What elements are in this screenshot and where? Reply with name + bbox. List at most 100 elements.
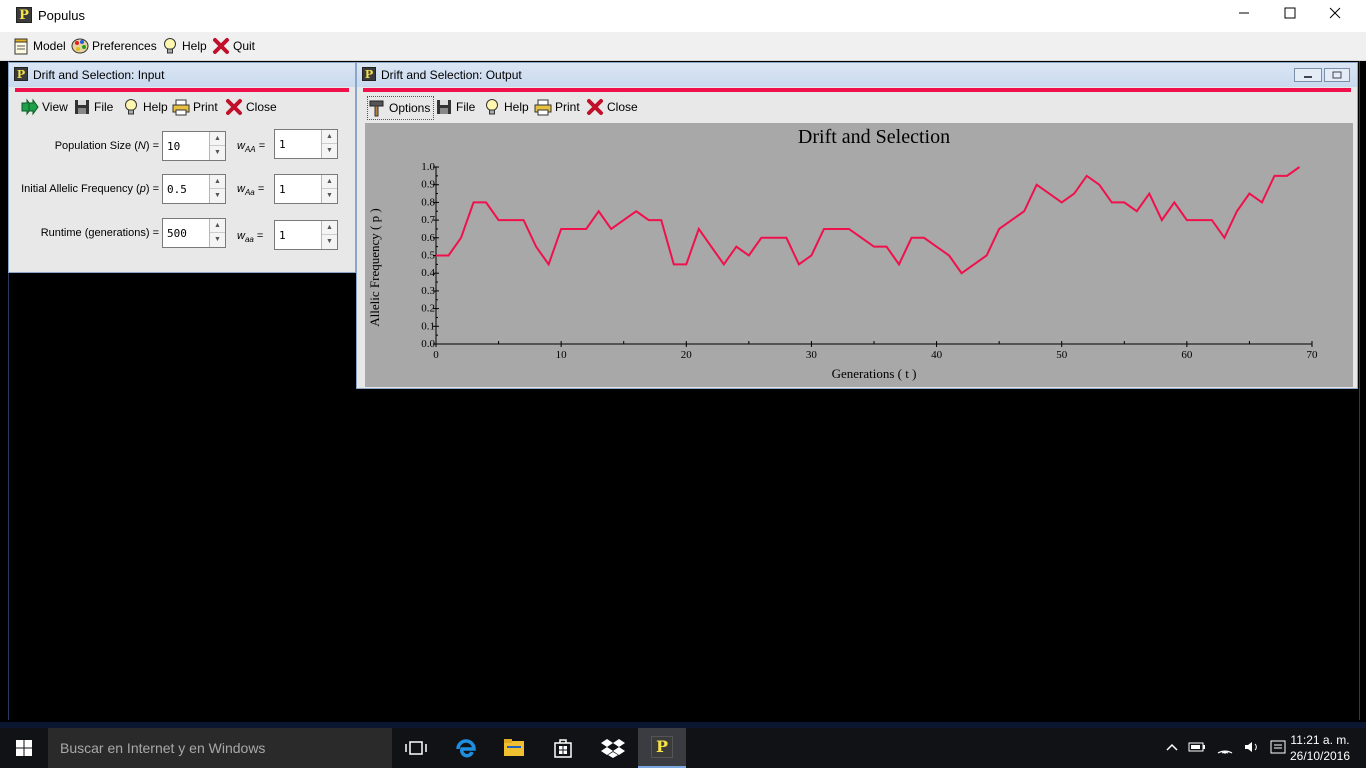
output-help-button[interactable]: Help — [483, 96, 529, 118]
y-tick-label: 0.2 — [421, 303, 435, 315]
w-Aa-value: 1 — [279, 183, 286, 196]
maximize-icon — [1284, 7, 1296, 19]
x-tick-label: 0 — [433, 349, 439, 361]
red-divider — [363, 88, 1351, 92]
model-notepad-icon — [14, 38, 28, 55]
volume-icon[interactable] — [1244, 740, 1260, 757]
windows-logo-icon — [16, 740, 32, 756]
menu-preferences-label: Preferences — [92, 39, 157, 53]
populus-logo-icon: P — [362, 67, 376, 81]
edge-browser-button[interactable] — [442, 728, 490, 768]
output-file-button[interactable]: File — [435, 96, 475, 118]
output-restore-button[interactable] — [1324, 68, 1350, 82]
menu-help-label: Help — [182, 39, 207, 53]
battery-icon[interactable] — [1188, 741, 1206, 756]
w-Aa-label: wAa = — [237, 183, 265, 198]
decrement-icon[interactable]: ▼ — [210, 146, 225, 160]
y-tick-label: 0.4 — [421, 267, 435, 279]
search-box[interactable]: Buscar en Internet y en Windows — [48, 728, 392, 768]
help-lightbulb-icon — [486, 99, 498, 115]
input-close-button[interactable]: Close — [225, 96, 277, 118]
wifi-icon[interactable] — [1216, 740, 1234, 757]
output-minimize-button[interactable] — [1294, 68, 1322, 82]
increment-icon[interactable]: ▲ — [210, 132, 225, 146]
x-tick-label: 70 — [1307, 349, 1319, 361]
clock-time: 11:21 a. m. — [1290, 733, 1350, 747]
increment-icon[interactable]: ▲ — [210, 175, 225, 189]
increment-icon[interactable]: ▲ — [210, 219, 225, 233]
close-icon — [1329, 7, 1341, 19]
restore-icon — [1332, 71, 1342, 79]
populus-logo-icon: P — [651, 736, 673, 758]
input-print-button[interactable]: Print — [172, 96, 218, 118]
increment-icon[interactable]: ▲ — [322, 221, 337, 235]
y-tick-label: 0.6 — [421, 232, 435, 244]
input-print-label: Print — [193, 100, 218, 114]
drift-selection-chart: Drift and Selection0.00.10.20.30.40.50.6… — [367, 126, 1319, 381]
y-tick-label: 0.1 — [421, 320, 435, 332]
menu-model-label: Model — [33, 39, 66, 53]
decrement-icon[interactable]: ▼ — [322, 189, 337, 203]
store-button[interactable] — [539, 728, 587, 768]
output-close-button[interactable]: Close — [586, 96, 638, 118]
menu-preferences[interactable]: Preferences — [71, 36, 157, 56]
close-button[interactable] — [1312, 0, 1358, 32]
title-bar: P Populus — [0, 0, 1366, 32]
y-tick-label: 0.8 — [421, 196, 435, 208]
x-tick-label: 20 — [681, 349, 693, 361]
initial-freq-value: 0.5 — [167, 183, 187, 196]
runtime-stepper[interactable]: 500 ▲ ▼ — [162, 218, 226, 248]
menu-model[interactable]: Model — [12, 36, 66, 56]
input-file-button[interactable]: File — [73, 96, 113, 118]
view-button-label: View — [42, 100, 68, 114]
x-tick-label: 60 — [1181, 349, 1193, 361]
dropbox-button[interactable] — [589, 728, 637, 768]
chevron-up-icon[interactable] — [1166, 741, 1178, 755]
input-close-label: Close — [246, 100, 277, 114]
y-tick-label: 1.0 — [421, 161, 435, 173]
decrement-icon[interactable]: ▼ — [210, 233, 225, 247]
w-AA-label: wAA = — [237, 140, 266, 155]
maximize-button[interactable] — [1267, 0, 1313, 32]
runtime-label: Runtime (generations) = — [40, 227, 159, 239]
menu-help[interactable]: Help — [161, 36, 207, 56]
initial-freq-stepper[interactable]: 0.5 ▲ ▼ — [162, 174, 226, 204]
y-axis-label: Allelic Frequency ( p ) — [367, 208, 382, 326]
input-window-title: Drift and Selection: Input — [33, 68, 165, 82]
edge-icon — [456, 739, 476, 758]
x-tick-label: 50 — [1056, 349, 1068, 361]
output-window-titlebar[interactable]: P Drift and Selection: Output — [357, 63, 1357, 87]
population-size-stepper[interactable]: 10 ▲ ▼ — [162, 131, 226, 161]
start-button[interactable] — [0, 728, 48, 768]
decrement-icon[interactable]: ▼ — [322, 144, 337, 158]
input-window-titlebar[interactable]: P Drift and Selection: Input — [9, 63, 355, 87]
options-button[interactable]: Options — [367, 96, 435, 120]
file-explorer-button[interactable] — [490, 728, 538, 768]
series-line-0 — [436, 166, 1301, 275]
chart-panel: Drift and Selection 0.0 0.1 0.2 0.3 0.4 0.5 0.6… — [365, 123, 1353, 387]
minimize-icon — [1239, 12, 1249, 14]
w-aa-stepper[interactable]: 1 ▲ ▼ — [274, 220, 338, 250]
output-print-button[interactable]: Print — [534, 96, 580, 118]
menu-quit[interactable]: Quit — [212, 36, 255, 56]
output-file-label: File — [456, 100, 476, 114]
increment-icon[interactable]: ▲ — [322, 130, 337, 144]
w-AA-stepper[interactable]: 1 ▲ ▼ — [274, 129, 338, 159]
input-help-button[interactable]: Help — [122, 96, 168, 118]
initial-freq-label: Initial Allelic Frequency (p) = — [21, 183, 159, 195]
decrement-icon[interactable]: ▼ — [210, 189, 225, 203]
minimize-button[interactable] — [1221, 0, 1267, 32]
clock[interactable]: 11:21 a. m. 26/10/2016 — [1284, 728, 1356, 768]
view-button[interactable]: View — [21, 96, 68, 118]
w-Aa-stepper[interactable]: 1 ▲ ▼ — [274, 174, 338, 204]
decrement-icon[interactable]: ▼ — [322, 235, 337, 249]
task-view-button[interactable] — [392, 728, 440, 768]
folder-icon — [504, 739, 524, 756]
increment-icon[interactable]: ▲ — [322, 175, 337, 189]
w-aa-label: waa = — [237, 230, 264, 245]
dropbox-icon — [601, 739, 625, 758]
populus-taskbar-button[interactable]: P — [638, 728, 686, 768]
x-tick-label: 30 — [806, 349, 818, 361]
output-window: P Drift and Selection: Output Options Fi… — [356, 62, 1358, 389]
clock-date: 26/10/2016 — [1289, 749, 1351, 763]
